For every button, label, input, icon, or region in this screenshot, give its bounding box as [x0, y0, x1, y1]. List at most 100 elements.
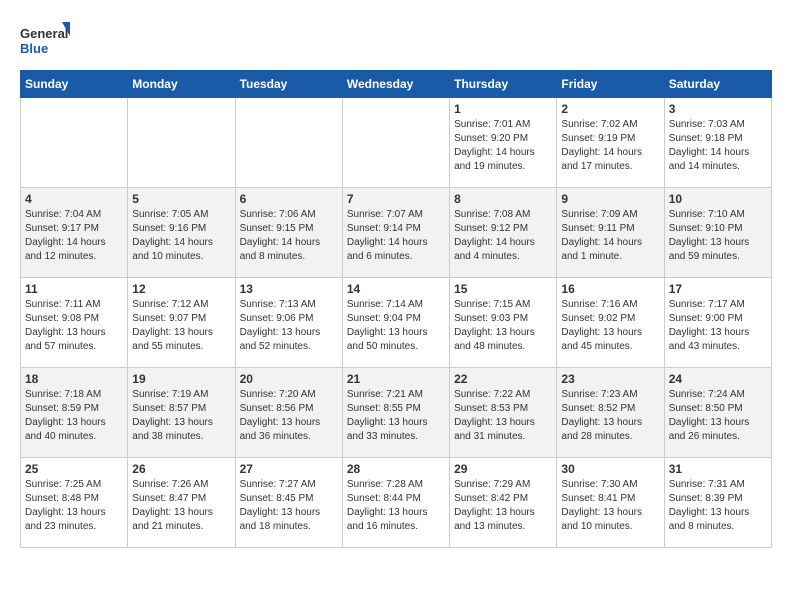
day-info: Sunrise: 7:23 AM Sunset: 8:52 PM Dayligh… [561, 388, 659, 444]
calendar-cell: 25 Sunrise: 7:25 AM Sunset: 8:48 PM Dayli… [21, 458, 128, 548]
day-number: 18 [25, 372, 123, 386]
calendar-cell: 7Sunrise: 7:07 AM Sunset: 9:14 PM Daylig… [342, 188, 449, 278]
day-info: Sunrise: 7:28 AM Sunset: 8:44 PM Dayligh… [347, 478, 445, 534]
day-number: 14 [347, 282, 445, 296]
header-day-sunday: Sunday [21, 71, 128, 98]
day-info: Sunrise: 7:25 AM Sunset: 8:48 PM Dayligh… [25, 478, 123, 534]
day-number: 19 [132, 372, 230, 386]
day-number: 1 [454, 102, 552, 116]
calendar-cell: 26 Sunrise: 7:26 AM Sunset: 8:47 PM Dayli… [128, 458, 235, 548]
day-info: Sunrise: 7:29 AM Sunset: 8:42 PM Dayligh… [454, 478, 552, 534]
calendar-cell: 8 Sunrise: 7:08 AM Sunset: 9:12 PM Daylig… [450, 188, 557, 278]
header-day-tuesday: Tuesday [235, 71, 342, 98]
calendar-cell: 23 Sunrise: 7:23 AM Sunset: 8:52 PM Dayli… [557, 368, 664, 458]
day-number: 15 [454, 282, 552, 296]
calendar-body: 1Sunrise: 7:01 AM Sunset: 9:20 PM Daylig… [21, 98, 772, 548]
day-info: Sunrise: 7:07 AM Sunset: 9:14 PM Dayligh… [347, 208, 445, 264]
day-number: 12 [132, 282, 230, 296]
calendar-cell [235, 98, 342, 188]
day-info: Sunrise: 7:31 AM Sunset: 8:39 PM Dayligh… [669, 478, 767, 534]
week-row-1: 1Sunrise: 7:01 AM Sunset: 9:20 PM Daylig… [21, 98, 772, 188]
day-info: Sunrise: 7:14 AM Sunset: 9:04 PM Dayligh… [347, 298, 445, 354]
calendar-cell: 3Sunrise: 7:03 AM Sunset: 9:18 PM Daylig… [664, 98, 771, 188]
day-info: Sunrise: 7:26 AM Sunset: 8:47 PM Dayligh… [132, 478, 230, 534]
day-info: Sunrise: 7:11 AM Sunset: 9:08 PM Dayligh… [25, 298, 123, 354]
day-number: 6 [240, 192, 338, 206]
logo: General Blue [20, 20, 70, 60]
day-number: 2 [561, 102, 659, 116]
day-info: Sunrise: 7:17 AM Sunset: 9:00 PM Dayligh… [669, 298, 767, 354]
day-number: 28 [347, 462, 445, 476]
calendar-cell: 14 Sunrise: 7:14 AM Sunset: 9:04 PM Dayli… [342, 278, 449, 368]
day-number: 8 [454, 192, 552, 206]
calendar-cell: 9Sunrise: 7:09 AM Sunset: 9:11 PM Daylig… [557, 188, 664, 278]
day-info: Sunrise: 7:08 AM Sunset: 9:12 PM Dayligh… [454, 208, 552, 264]
calendar-cell: 13 Sunrise: 7:13 AM Sunset: 9:06 PM Dayli… [235, 278, 342, 368]
day-info: Sunrise: 7:30 AM Sunset: 8:41 PM Dayligh… [561, 478, 659, 534]
calendar-cell: 21 Sunrise: 7:21 AM Sunset: 8:55 PM Dayli… [342, 368, 449, 458]
calendar-cell: 27 Sunrise: 7:27 AM Sunset: 8:45 PM Dayli… [235, 458, 342, 548]
day-number: 9 [561, 192, 659, 206]
calendar-cell: 17 Sunrise: 7:17 AM Sunset: 9:00 PM Dayli… [664, 278, 771, 368]
calendar-cell: 4 Sunrise: 7:04 AM Sunset: 9:17 PM Daylig… [21, 188, 128, 278]
calendar-cell: 24Sunrise: 7:24 AM Sunset: 8:50 PM Dayli… [664, 368, 771, 458]
calendar-header-row: SundayMondayTuesdayWednesdayThursdayFrid… [21, 71, 772, 98]
day-number: 17 [669, 282, 767, 296]
day-number: 5 [132, 192, 230, 206]
week-row-3: 11 Sunrise: 7:11 AM Sunset: 9:08 PM Dayli… [21, 278, 772, 368]
day-number: 27 [240, 462, 338, 476]
day-info: Sunrise: 7:10 AM Sunset: 9:10 PM Dayligh… [669, 208, 767, 264]
day-number: 23 [561, 372, 659, 386]
header-day-monday: Monday [128, 71, 235, 98]
day-info: Sunrise: 7:18 AM Sunset: 8:59 PM Dayligh… [25, 388, 123, 444]
calendar-cell: 18 Sunrise: 7:18 AM Sunset: 8:59 PM Dayli… [21, 368, 128, 458]
day-number: 4 [25, 192, 123, 206]
calendar-cell: 10 Sunrise: 7:10 AM Sunset: 9:10 PM Dayli… [664, 188, 771, 278]
day-info: Sunrise: 7:27 AM Sunset: 8:45 PM Dayligh… [240, 478, 338, 534]
day-info: Sunrise: 7:02 AM Sunset: 9:19 PM Dayligh… [561, 118, 659, 174]
day-number: 26 [132, 462, 230, 476]
calendar-table: SundayMondayTuesdayWednesdayThursdayFrid… [20, 70, 772, 548]
day-info: Sunrise: 7:15 AM Sunset: 9:03 PM Dayligh… [454, 298, 552, 354]
svg-text:Blue: Blue [20, 41, 48, 56]
day-number: 29 [454, 462, 552, 476]
calendar-cell: 15 Sunrise: 7:15 AM Sunset: 9:03 PM Dayli… [450, 278, 557, 368]
calendar-cell: 19 Sunrise: 7:19 AM Sunset: 8:57 PM Dayli… [128, 368, 235, 458]
header-day-thursday: Thursday [450, 71, 557, 98]
day-info: Sunrise: 7:20 AM Sunset: 8:56 PM Dayligh… [240, 388, 338, 444]
calendar-cell: 12 Sunrise: 7:12 AM Sunset: 9:07 PM Dayli… [128, 278, 235, 368]
day-number: 11 [25, 282, 123, 296]
day-number: 16 [561, 282, 659, 296]
day-number: 10 [669, 192, 767, 206]
calendar-cell: 28 Sunrise: 7:28 AM Sunset: 8:44 PM Dayli… [342, 458, 449, 548]
calendar-cell: 11 Sunrise: 7:11 AM Sunset: 9:08 PM Dayli… [21, 278, 128, 368]
calendar-cell: 5 Sunrise: 7:05 AM Sunset: 9:16 PM Daylig… [128, 188, 235, 278]
day-info: Sunrise: 7:05 AM Sunset: 9:16 PM Dayligh… [132, 208, 230, 264]
calendar-cell [21, 98, 128, 188]
day-info: Sunrise: 7:03 AM Sunset: 9:18 PM Dayligh… [669, 118, 767, 174]
day-number: 30 [561, 462, 659, 476]
calendar-cell [342, 98, 449, 188]
header: General Blue [20, 20, 772, 60]
calendar-cell: 31Sunrise: 7:31 AM Sunset: 8:39 PM Dayli… [664, 458, 771, 548]
day-number: 24 [669, 372, 767, 386]
calendar-cell: 20 Sunrise: 7:20 AM Sunset: 8:56 PM Dayli… [235, 368, 342, 458]
day-number: 25 [25, 462, 123, 476]
day-info: Sunrise: 7:21 AM Sunset: 8:55 PM Dayligh… [347, 388, 445, 444]
day-info: Sunrise: 7:06 AM Sunset: 9:15 PM Dayligh… [240, 208, 338, 264]
calendar-cell: 29 Sunrise: 7:29 AM Sunset: 8:42 PM Dayli… [450, 458, 557, 548]
week-row-5: 25 Sunrise: 7:25 AM Sunset: 8:48 PM Dayli… [21, 458, 772, 548]
day-info: Sunrise: 7:12 AM Sunset: 9:07 PM Dayligh… [132, 298, 230, 354]
day-number: 13 [240, 282, 338, 296]
day-number: 22 [454, 372, 552, 386]
day-info: Sunrise: 7:13 AM Sunset: 9:06 PM Dayligh… [240, 298, 338, 354]
svg-text:General: General [20, 26, 68, 41]
day-number: 20 [240, 372, 338, 386]
day-info: Sunrise: 7:04 AM Sunset: 9:17 PM Dayligh… [25, 208, 123, 264]
logo-svg: General Blue [20, 20, 70, 60]
day-info: Sunrise: 7:19 AM Sunset: 8:57 PM Dayligh… [132, 388, 230, 444]
calendar-cell: 30 Sunrise: 7:30 AM Sunset: 8:41 PM Dayli… [557, 458, 664, 548]
calendar-cell: 16Sunrise: 7:16 AM Sunset: 9:02 PM Dayli… [557, 278, 664, 368]
header-day-wednesday: Wednesday [342, 71, 449, 98]
day-number: 21 [347, 372, 445, 386]
